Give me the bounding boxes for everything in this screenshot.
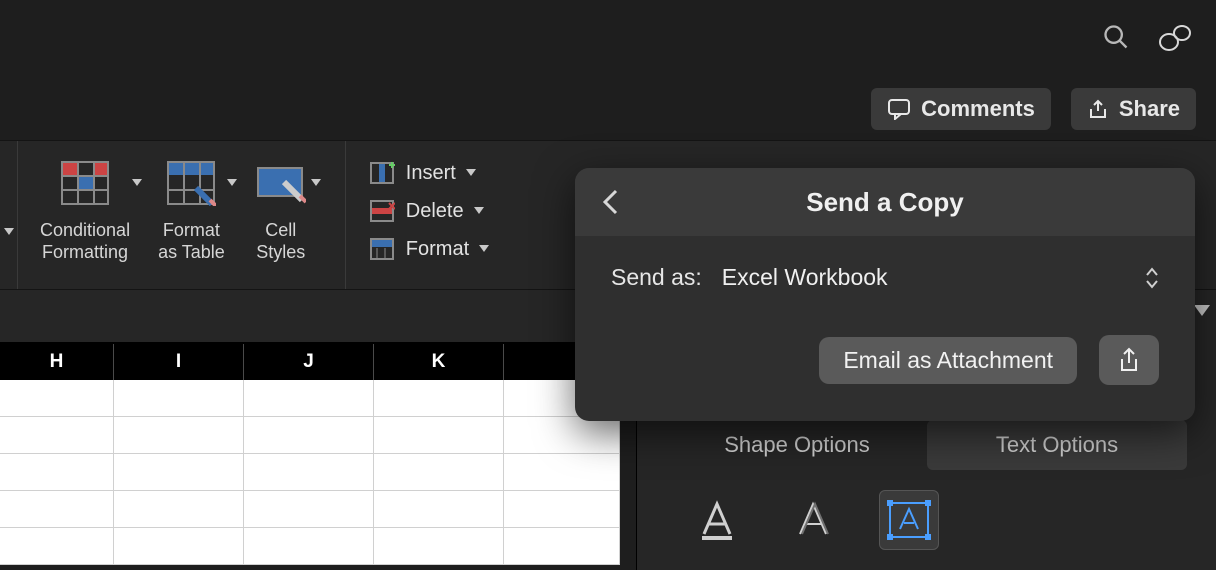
email-attachment-button[interactable]: Email as Attachment (819, 337, 1077, 384)
table-row[interactable] (0, 528, 620, 565)
spreadsheet-area: H I J K (0, 290, 620, 570)
tab-text-options[interactable]: Text Options (927, 420, 1187, 470)
popover-header: Send a Copy (575, 168, 1195, 236)
conditional-formatting-dropdown[interactable] (130, 155, 144, 211)
share-button[interactable]: Share (1071, 88, 1196, 130)
search-icon[interactable] (1102, 23, 1130, 51)
table-row[interactable] (0, 454, 620, 491)
popover-title: Send a Copy (575, 187, 1195, 218)
table-row[interactable] (0, 380, 620, 417)
format-as-table-dropdown[interactable] (225, 155, 239, 211)
format-button[interactable]: Format (368, 235, 489, 263)
chevron-down-icon (474, 207, 484, 215)
insert-button[interactable]: Insert (368, 159, 489, 187)
text-fill-icon[interactable] (687, 490, 747, 550)
column-header[interactable]: I (114, 344, 244, 380)
tab-shape-options[interactable]: Shape Options (667, 420, 927, 470)
delete-icon (368, 197, 396, 225)
insert-label: Insert (406, 162, 456, 185)
cell-styles-dropdown[interactable] (309, 155, 323, 211)
sheet-gutter (0, 290, 620, 344)
cell-styles-button[interactable]: Cell Styles (253, 155, 309, 289)
conditional-formatting-label: Conditional Formatting (40, 219, 130, 263)
comments-label: Comments (921, 96, 1035, 122)
column-header[interactable]: J (244, 344, 374, 380)
action-bar: Comments Share (871, 88, 1196, 130)
send-as-select[interactable]: Excel Workbook (722, 264, 1159, 291)
ribbon-group-cells: Insert Delete Format (346, 141, 511, 289)
comments-button[interactable]: Comments (871, 88, 1051, 130)
chevron-down-icon (466, 169, 476, 177)
table-row[interactable] (0, 491, 620, 528)
ribbon-edge-dropdown[interactable] (0, 141, 18, 289)
cell-styles-label: Cell Styles (256, 219, 305, 263)
copilot-icon[interactable] (1158, 22, 1192, 52)
format-icon (368, 235, 396, 263)
format-label: Format (406, 238, 469, 261)
titlebar (0, 0, 1216, 76)
insert-icon (368, 159, 396, 187)
send-as-row: Send as: Excel Workbook (611, 264, 1159, 291)
share-more-button[interactable] (1099, 335, 1159, 385)
send-as-value: Excel Workbook (722, 264, 888, 291)
chevron-down-icon (479, 245, 489, 253)
delete-button[interactable]: Delete (368, 197, 489, 225)
table-row[interactable] (0, 417, 620, 454)
textbox-icon[interactable] (879, 490, 939, 550)
updown-icon (1145, 267, 1159, 289)
text-effects-icon[interactable] (783, 490, 843, 550)
delete-label: Delete (406, 200, 464, 223)
send-copy-popover: Send a Copy Send as: Excel Workbook Emai… (575, 168, 1195, 421)
format-as-table-label: Format as Table (158, 219, 225, 263)
pane-dropdown-icon[interactable] (1194, 304, 1210, 322)
column-header[interactable]: H (0, 344, 114, 380)
share-label: Share (1119, 96, 1180, 122)
column-header-row: H I J K (0, 344, 620, 380)
ribbon-group-styles: Conditional Formatting (18, 141, 346, 289)
back-button[interactable] (601, 188, 619, 221)
send-as-label: Send as: (611, 264, 702, 291)
format-as-table-button[interactable]: Format as Table (158, 155, 225, 289)
conditional-formatting-button[interactable]: Conditional Formatting (40, 155, 130, 289)
column-header[interactable]: K (374, 344, 504, 380)
